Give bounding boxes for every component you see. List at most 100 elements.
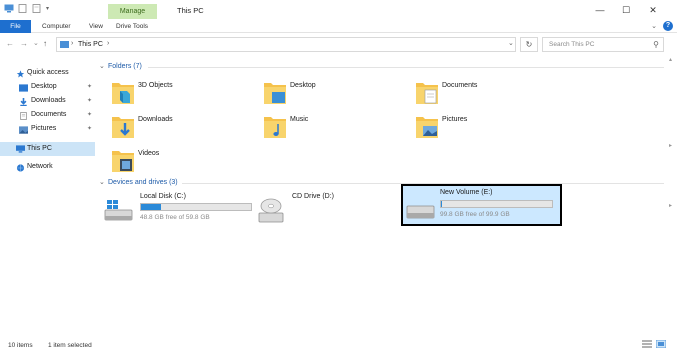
search-icon: ⚲ (653, 40, 659, 49)
group-divider (182, 183, 664, 184)
folder-documents[interactable]: Documents (400, 77, 550, 109)
nav-documents-label: Documents (31, 111, 67, 118)
folder-desktop[interactable]: Desktop (248, 77, 398, 109)
folder-name: Documents (442, 82, 478, 89)
pin-icon[interactable]: ✦ (87, 125, 92, 132)
music-folder-icon (264, 117, 286, 138)
folder-3d-objects[interactable]: 3D Objects (96, 77, 246, 109)
drive-cd-d[interactable]: CD Drive (D:) (253, 190, 408, 230)
folder-name: Music (290, 116, 309, 123)
document-icon (20, 112, 27, 120)
nav-downloads-label: Downloads (31, 97, 66, 104)
cd-drive-icon (258, 198, 284, 223)
pin-icon[interactable]: ✦ (87, 97, 92, 104)
search-placeholder: Search This PC (549, 41, 595, 48)
item-count: 10 items (8, 342, 33, 349)
nav-documents[interactable]: Documents ✦ (0, 110, 95, 122)
download-arrow-icon (20, 98, 27, 106)
tab-view[interactable]: View (89, 20, 103, 33)
recent-locations-button[interactable]: ⌄ (33, 39, 39, 47)
close-button[interactable]: ✕ (641, 4, 665, 16)
folder-downloads[interactable]: Downloads (96, 111, 246, 143)
help-icon[interactable]: ? (663, 21, 673, 31)
drive-free-space: 48.8 GB free of 59.8 GB (140, 214, 210, 221)
refresh-button[interactable]: ↻ (520, 37, 538, 52)
nav-desktop[interactable]: Desktop ✦ (0, 82, 95, 94)
nav-quick-access[interactable]: Quick access (0, 68, 95, 80)
status-bar: 10 items 1 item selected (0, 337, 677, 353)
star-icon (16, 70, 25, 78)
tab-drive-tools[interactable]: Drive Tools (116, 20, 148, 33)
scroll-up-icon[interactable]: ▴ (669, 56, 672, 63)
documents-folder-icon (416, 83, 438, 104)
details-view-icon[interactable] (642, 340, 652, 348)
pin-icon[interactable]: ✦ (87, 83, 92, 90)
nav-pictures-label: Pictures (31, 125, 57, 132)
tab-computer[interactable]: Computer (42, 20, 71, 33)
nav-this-pc[interactable]: This PC (0, 142, 95, 156)
maximize-button[interactable]: ☐ (614, 4, 638, 16)
collapse-chevron-icon[interactable]: ⌄ (99, 178, 105, 186)
scroll-thumb-icon[interactable]: ▸ (669, 142, 672, 149)
expand-ribbon-icon[interactable]: ⌄ (651, 22, 657, 30)
minimize-button[interactable]: — (588, 4, 612, 16)
downloads-folder-icon (112, 117, 134, 138)
properties-icon[interactable] (18, 4, 28, 13)
quick-access-toolbar: ▾ (4, 4, 49, 13)
drive-new-volume-e[interactable]: New Volume (E:) 99.8 GB free of 99.9 GB (401, 184, 562, 226)
this-pc-icon[interactable] (4, 4, 14, 13)
folders-group-title: Folders (7) (108, 63, 142, 70)
drive-name: New Volume (E:) (440, 189, 493, 196)
folder-name: 3D Objects (138, 82, 173, 89)
folder-pictures[interactable]: Pictures (400, 111, 550, 143)
drive-free-space: 99.8 GB free of 99.9 GB (440, 211, 510, 218)
drive-usage-fill (441, 201, 443, 207)
breadcrumb-separator[interactable]: › (107, 40, 109, 47)
address-dropdown-icon[interactable]: ⌄ (508, 39, 514, 47)
back-button[interactable]: ← (6, 39, 14, 48)
nav-downloads[interactable]: Downloads ✦ (0, 96, 95, 108)
breadcrumb-this-pc[interactable]: This PC (78, 41, 103, 48)
collapse-chevron-icon[interactable]: ⌄ (99, 62, 105, 70)
nav-desktop-label: Desktop (31, 83, 57, 90)
address-bar[interactable]: › This PC › (56, 37, 516, 52)
drive-local-disk-c[interactable]: Local Disk (C:) 48.8 GB free of 59.8 GB (101, 190, 256, 230)
search-input[interactable]: Search This PC ⚲ (542, 37, 664, 52)
up-button[interactable]: ↑ (43, 39, 47, 48)
this-pc-icon (16, 145, 25, 153)
folders-group-header[interactable]: ⌄ Folders (7) (96, 62, 664, 72)
drive-usage-bar (440, 200, 553, 208)
ribbon-right-controls: ⌄ ? (651, 21, 673, 31)
pictures-icon (19, 126, 28, 134)
folder-name: Desktop (290, 82, 316, 89)
drive-usage-bar (140, 203, 252, 211)
drive-usage-fill (141, 204, 161, 210)
nav-network-label: Network (27, 163, 53, 170)
large-icons-view-icon[interactable] (656, 340, 666, 348)
new-folder-icon[interactable] (32, 4, 42, 13)
navigation-pane: Quick access Desktop ✦ Downloads ✦ Docum… (0, 60, 95, 330)
tab-manage[interactable]: Manage (108, 4, 157, 19)
folder-name: Videos (138, 150, 160, 157)
folder-videos[interactable]: Videos (96, 145, 246, 177)
windows-drive-icon (104, 200, 133, 221)
content-area: ⌄ Folders (7) 3D Objects Desktop Documen… (96, 57, 671, 332)
hard-drive-icon (406, 205, 435, 219)
address-row: ← → ⌄ ↑ › This PC › ⌄ ↻ Search This PC ⚲ (0, 33, 677, 55)
drive-name: Local Disk (C:) (140, 193, 186, 200)
forward-button[interactable]: → (20, 39, 28, 48)
nav-network[interactable]: Network (0, 162, 95, 174)
title-bar: ▾ Manage This PC — ☐ ✕ (0, 0, 677, 20)
breadcrumb-separator[interactable]: › (71, 40, 73, 47)
scroll-thumb-icon[interactable]: ▸ (669, 202, 672, 209)
folder-music[interactable]: Music (248, 111, 398, 143)
tab-file[interactable]: File (0, 20, 31, 33)
vertical-scrollbar[interactable]: ▴ ▸ ▸ (668, 57, 675, 327)
qat-dropdown-icon[interactable]: ▾ (46, 5, 49, 12)
nav-pictures[interactable]: Pictures ✦ (0, 124, 95, 136)
drive-name: CD Drive (D:) (292, 193, 334, 200)
pin-icon[interactable]: ✦ (87, 111, 92, 118)
devices-group-title: Devices and drives (3) (108, 179, 178, 186)
devices-group-header[interactable]: ⌄ Devices and drives (3) (96, 178, 664, 188)
desktop-icon (19, 84, 28, 92)
